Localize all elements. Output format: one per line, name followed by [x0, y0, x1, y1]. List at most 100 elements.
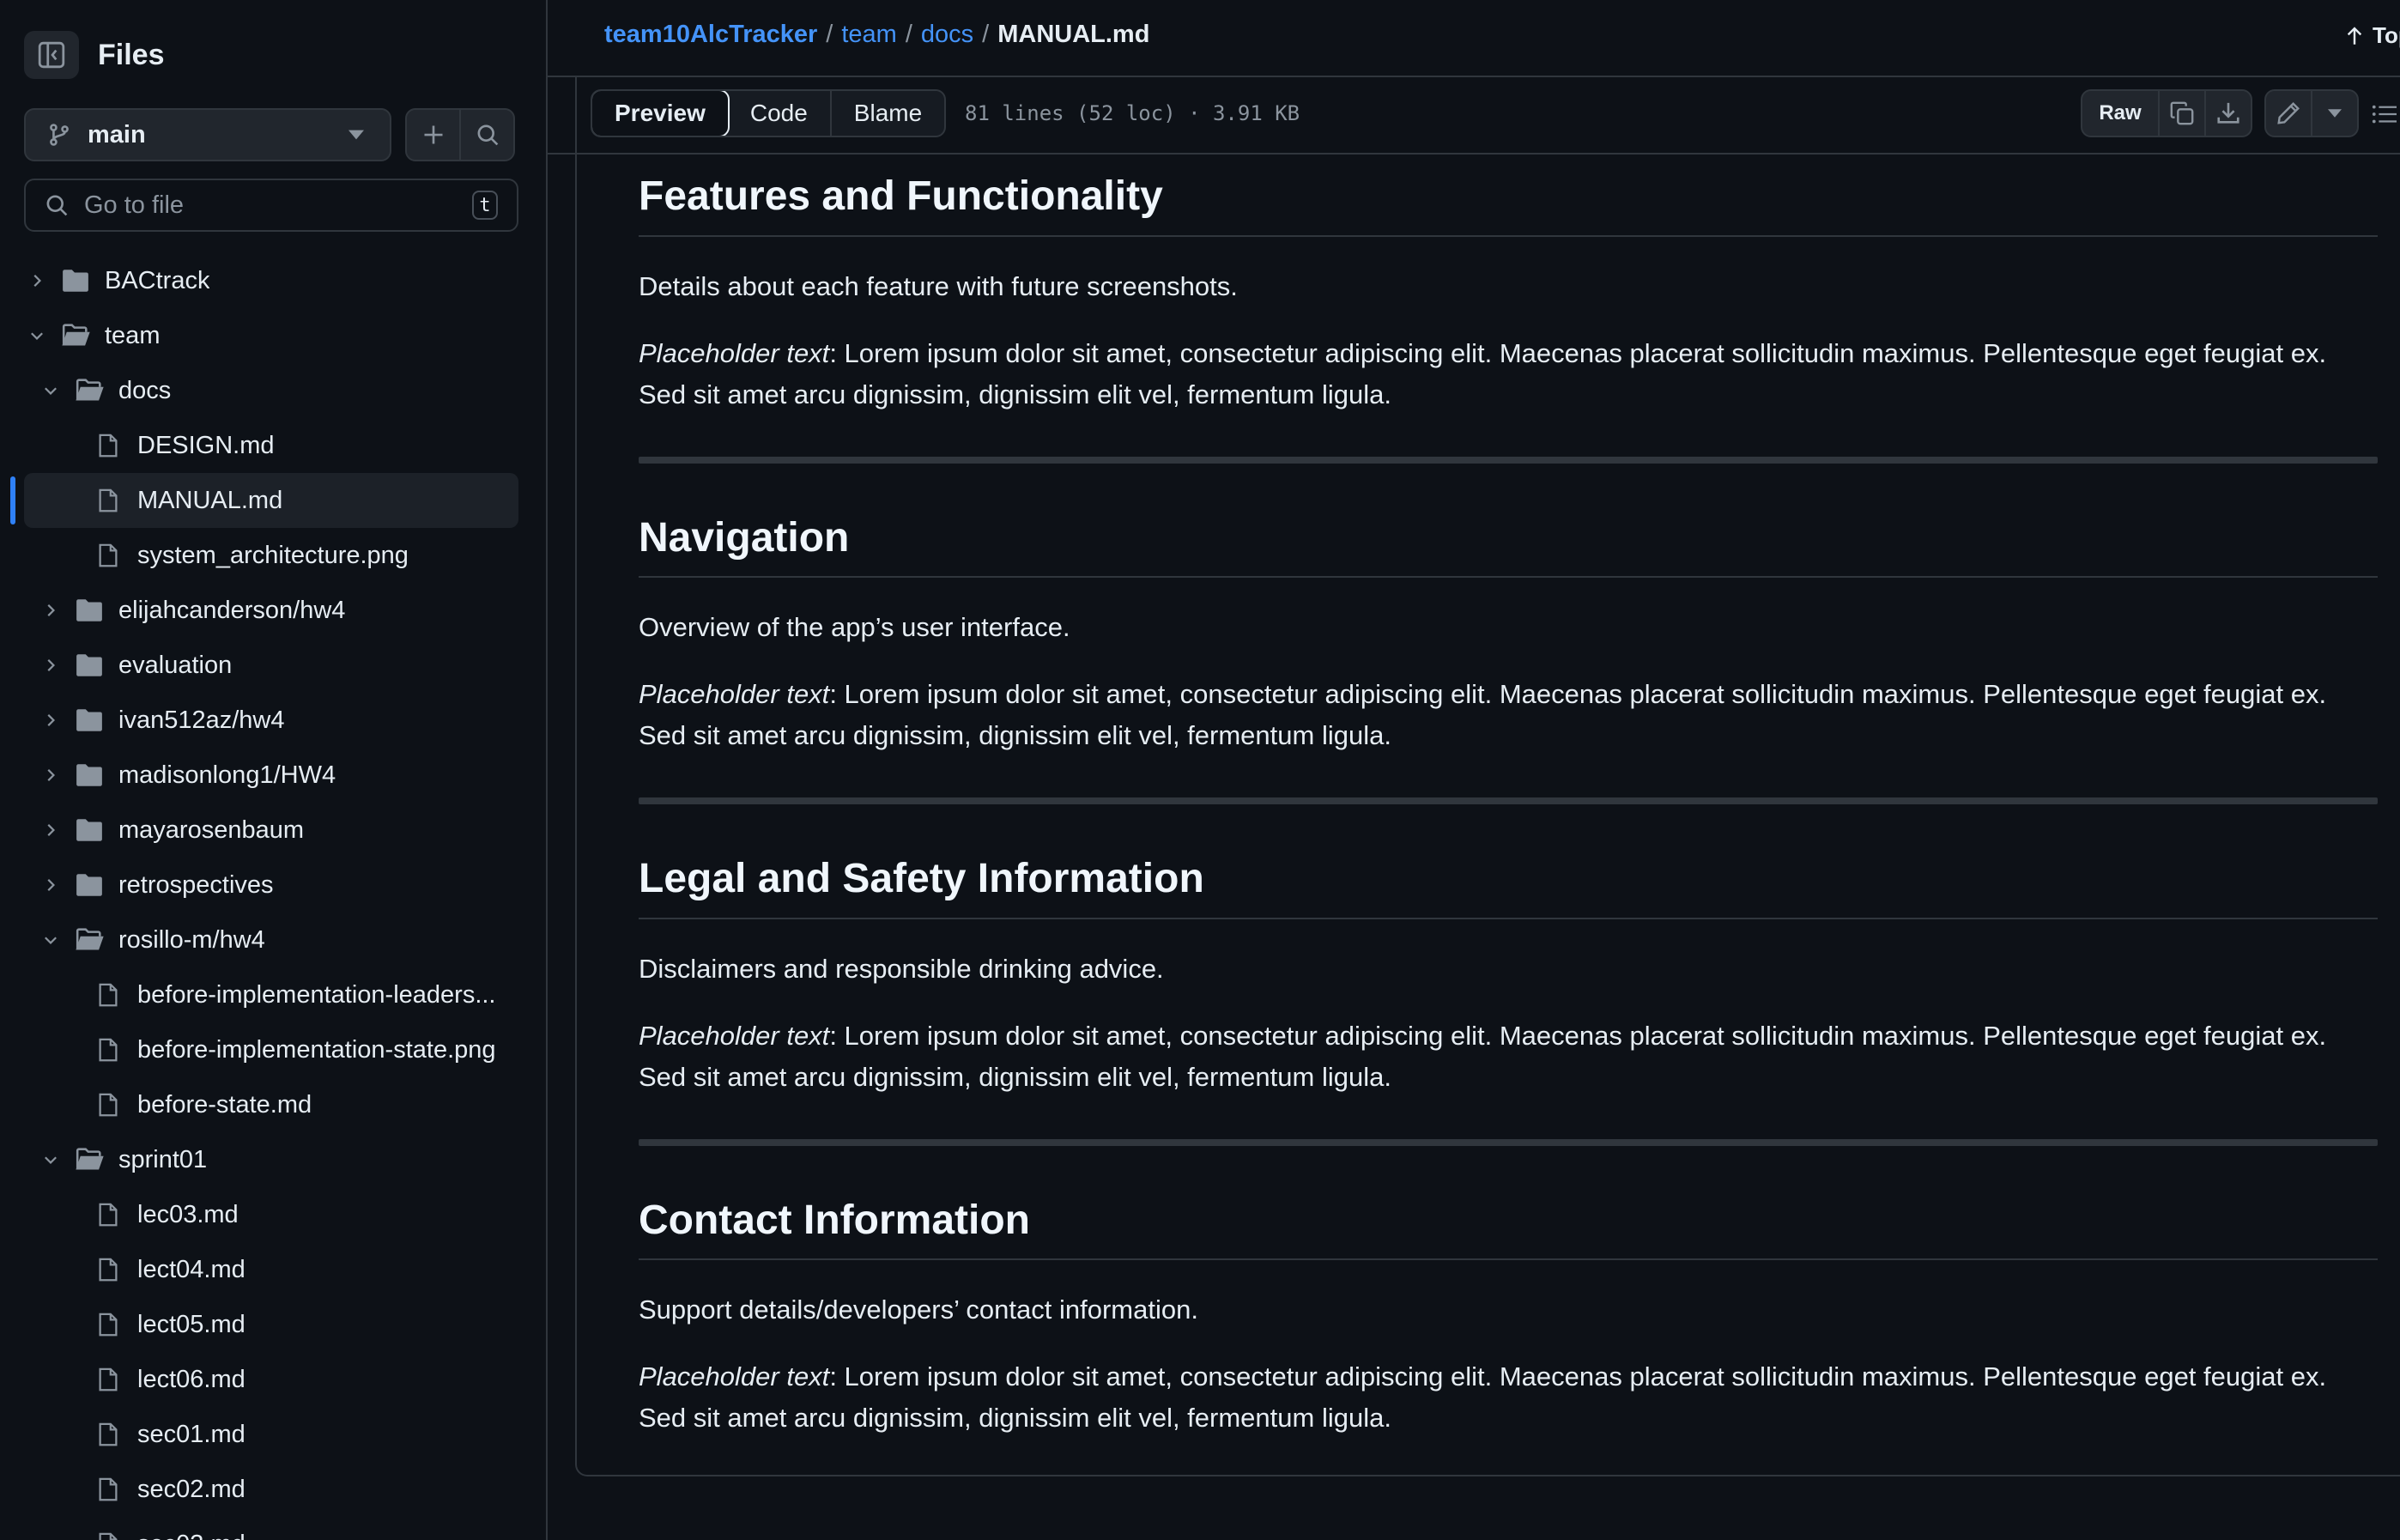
file-icon: [93, 979, 124, 1010]
markdown-section: Features and Functionality Details about …: [639, 172, 2378, 415]
chevron-right-icon[interactable]: [38, 597, 64, 623]
tree-folder-item[interactable]: sprint01: [0, 1132, 546, 1187]
copy-raw-button[interactable]: [2158, 91, 2204, 136]
chevron-down-icon[interactable]: [38, 927, 64, 953]
tree-file-item[interactable]: lect04.md: [0, 1242, 546, 1297]
placeholder-emphasis: Placeholder text: [639, 337, 830, 368]
branch-name: main: [88, 120, 146, 149]
chevron-right-icon[interactable]: [38, 872, 64, 898]
edit-options-dropdown[interactable]: [2311, 91, 2357, 136]
section-heading: Navigation: [639, 513, 2378, 579]
go-to-file-input[interactable]: Go to file t: [24, 179, 518, 232]
file-tree: BACtrack team docs DESIGN.md MANUAL.md system…: [0, 253, 546, 1540]
tree-file-item[interactable]: system_architecture.png: [0, 528, 546, 583]
tree-folder-item[interactable]: rosillo-m/hw4: [0, 912, 546, 967]
tree-item-label: lect05.md: [137, 1310, 245, 1338]
tree-folder-item[interactable]: evaluation: [0, 638, 546, 693]
breadcrumb-docs-link[interactable]: docs: [921, 21, 973, 49]
tree-item-label: elijahcanderson/hw4: [118, 596, 346, 624]
edit-group: [2264, 89, 2359, 137]
tree-file-item[interactable]: MANUAL.md: [0, 473, 546, 528]
chevron-down-icon[interactable]: [38, 378, 64, 403]
tree-folder-item[interactable]: madisonlong1/HW4: [0, 748, 546, 803]
tree-item-label: sec02.md: [137, 1475, 245, 1503]
tree-folder-item[interactable]: BACtrack: [0, 253, 546, 308]
tree-file-item[interactable]: lect06.md: [0, 1352, 546, 1407]
tree-item-label: rosillo-m/hw4: [118, 925, 265, 954]
file-icon: [93, 1089, 124, 1120]
breadcrumb-separator: /: [905, 21, 912, 48]
markdown-section: Legal and Safety Information Disclaimers …: [639, 854, 2378, 1098]
tree-file-item[interactable]: sec01.md: [0, 1407, 546, 1462]
tree-file-item[interactable]: sec02.md: [0, 1462, 546, 1517]
file-icon: [93, 1419, 124, 1450]
tree-file-item[interactable]: lect05.md: [0, 1297, 546, 1352]
go-to-file-placeholder: Go to file: [84, 191, 185, 219]
chevron-right-icon[interactable]: [24, 268, 50, 294]
collapse-sidebar-button[interactable]: [24, 31, 79, 79]
section-heading: Contact Information: [639, 1196, 2378, 1261]
breadcrumb-team-link[interactable]: team: [841, 21, 896, 49]
raw-button[interactable]: Raw: [2082, 91, 2158, 136]
tree-file-item[interactable]: sec03.md: [0, 1517, 546, 1540]
markdown-section: Contact Information Support details/devel…: [639, 1196, 2378, 1440]
folder-icon: [60, 320, 91, 351]
tree-file-item[interactable]: before-implementation-leaders...: [0, 967, 546, 1022]
outline-button[interactable]: [2371, 101, 2397, 127]
tree-item-label: DESIGN.md: [137, 431, 275, 459]
chevron-right-icon[interactable]: [38, 817, 64, 843]
download-raw-button[interactable]: [2204, 91, 2251, 136]
edit-file-button[interactable]: [2266, 91, 2311, 136]
placeholder-emphasis: Placeholder text: [639, 679, 830, 710]
file-icon: [93, 1254, 124, 1285]
tree-item-label: sec03.md: [137, 1531, 245, 1540]
tree-folder-item[interactable]: docs: [0, 363, 546, 418]
file-tree-sidebar: Files main Go to file t BACtrack team do…: [0, 0, 548, 1540]
scroll-top-label: Top: [2373, 22, 2400, 48]
section-intro: Details about each feature with future s…: [639, 270, 1238, 301]
search-icon: [45, 193, 69, 217]
placeholder-text: : Lorem ipsum dolor sit amet, consectetu…: [639, 337, 2327, 409]
chevron-right-icon[interactable]: [38, 707, 64, 733]
add-file-button[interactable]: [407, 110, 461, 160]
branch-selector[interactable]: main: [24, 108, 391, 161]
add-search-group: [405, 108, 515, 161]
tree-file-item[interactable]: before-implementation-state.png: [0, 1022, 546, 1077]
tree-file-item[interactable]: lec03.md: [0, 1187, 546, 1242]
tree-item-label: before-implementation-leaders...: [137, 980, 496, 1009]
tree-folder-item[interactable]: team: [0, 308, 546, 363]
folder-icon: [74, 870, 105, 900]
tree-folder-item[interactable]: elijahcanderson/hw4: [0, 583, 546, 638]
breadcrumb-bar: team10AlcTracker / team / docs / MANUAL.…: [548, 0, 2400, 77]
file-icon: [93, 430, 124, 461]
tree-folder-item[interactable]: mayarosenbaum: [0, 803, 546, 858]
search-icon: [476, 123, 500, 147]
markdown-body: Features and Functionality Details about …: [639, 172, 2378, 1439]
tree-folder-item[interactable]: ivan512az/hw4: [0, 693, 546, 748]
tree-file-item[interactable]: before-state.md: [0, 1077, 546, 1132]
chevron-down-icon[interactable]: [38, 1147, 64, 1173]
file-icon: [93, 1309, 124, 1340]
branch-row: main: [24, 108, 515, 161]
chevron-right-icon[interactable]: [38, 762, 64, 788]
breadcrumb-repo-link[interactable]: team10AlcTracker: [604, 21, 817, 49]
tab-blame[interactable]: Blame: [829, 91, 944, 136]
folder-icon: [74, 925, 105, 955]
file-icon: [93, 485, 124, 516]
section-intro: Overview of the app’s user interface.: [639, 612, 1070, 643]
pencil-icon: [2276, 100, 2301, 126]
sidebar-title: Files: [98, 38, 165, 71]
scroll-top-button[interactable]: Top: [2343, 22, 2400, 49]
placeholder-text: : Lorem ipsum dolor sit amet, consectetu…: [639, 679, 2327, 751]
file-icon: [93, 1364, 124, 1395]
tab-preview[interactable]: Preview: [592, 91, 730, 136]
chevron-down-icon[interactable]: [24, 323, 50, 349]
tree-folder-item[interactable]: retrospectives: [0, 858, 546, 912]
plus-icon: [421, 123, 445, 147]
tree-file-item[interactable]: DESIGN.md: [0, 418, 546, 473]
tab-code[interactable]: Code: [728, 91, 830, 136]
folder-icon: [74, 595, 105, 626]
search-files-button[interactable]: [461, 110, 513, 160]
chevron-right-icon[interactable]: [38, 652, 64, 678]
tree-item-label: ivan512az/hw4: [118, 706, 285, 734]
